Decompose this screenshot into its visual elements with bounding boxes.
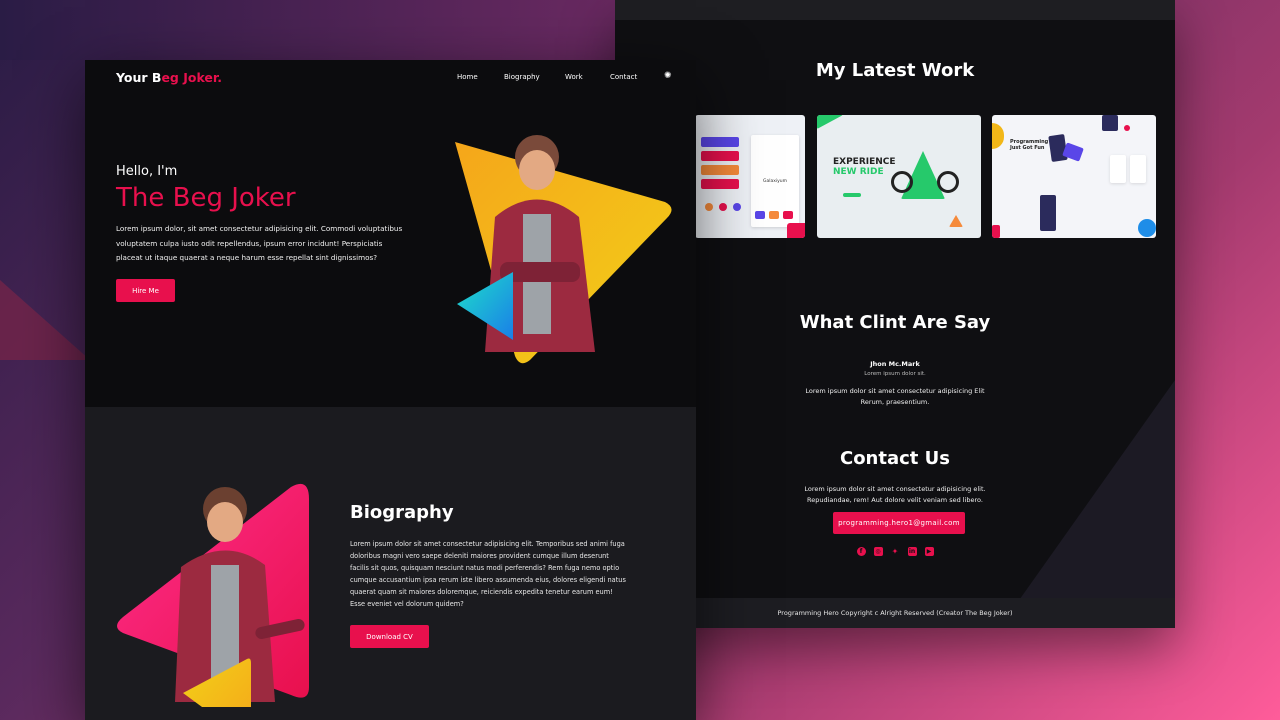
- card-headline: Programming Just Got Fun: [1010, 139, 1049, 151]
- work-cards: Galaxiyum EXPERIENCE NEW RIDE Programmin…: [695, 115, 1156, 239]
- testimonial-text: Lorem ipsum dolor sit amet consectetur a…: [805, 387, 985, 406]
- hero-illustration: [455, 135, 672, 364]
- decorative-diagonal: [1005, 380, 1175, 620]
- linkedin-icon[interactable]: in: [907, 547, 917, 556]
- facebook-icon[interactable]: f: [856, 547, 866, 556]
- biography-text: Lorem ipsum dolor sit amet consectetur a…: [350, 540, 626, 608]
- nav-work[interactable]: Work: [565, 73, 583, 81]
- home-panel: Your Beg Joker. Home Biography Work Cont…: [85, 60, 696, 720]
- work-card-3[interactable]: Programming Just Got Fun: [992, 115, 1156, 238]
- panel-top-strip: [615, 0, 1175, 20]
- bike-wheel-icon: [891, 171, 913, 193]
- youtube-icon[interactable]: ▶: [924, 547, 934, 556]
- nav-biography[interactable]: Biography: [504, 73, 540, 81]
- hero-greeting: Hello, I'm: [116, 164, 178, 179]
- work-panel: My Latest Work Galaxiyum EXPERIENCE NEW …: [615, 0, 1175, 628]
- nav-home[interactable]: Home: [457, 73, 478, 81]
- biography-title: Biography: [350, 502, 454, 523]
- background-shard: [0, 280, 90, 360]
- bike-wheel-icon: [937, 171, 959, 193]
- work-title: My Latest Work: [815, 60, 975, 81]
- email-button[interactable]: programming.hero1@gmail.com: [833, 512, 965, 534]
- brand-logo[interactable]: Your Beg Joker.: [116, 70, 222, 85]
- hero-text: Lorem ipsum dolor, sit amet consectetur …: [116, 224, 403, 262]
- biography-section: Biography Lorem ipsum dolor sit amet con…: [85, 407, 696, 720]
- work-card-2[interactable]: EXPERIENCE NEW RIDE: [817, 115, 981, 238]
- testimonial-name: Jhon Mc.Mark: [870, 360, 920, 368]
- sun-icon[interactable]: ✺: [664, 72, 673, 81]
- background-gradient-band: [0, 0, 620, 60]
- teal-triangle: [457, 272, 513, 340]
- work-card-1[interactable]: Galaxiyum: [695, 115, 805, 238]
- hire-me-button[interactable]: Hire Me: [116, 279, 175, 302]
- nav-contact[interactable]: Contact: [610, 73, 637, 81]
- biography-illustration: [117, 483, 309, 707]
- testimonial-title: What Clint Are Say: [799, 312, 991, 333]
- footer: Programming Hero Copyright c Alright Res…: [615, 598, 1175, 628]
- hero-name: The Beg Joker: [116, 183, 296, 213]
- social-links: f ◎ ✦ in ▶: [615, 547, 1175, 556]
- twitter-icon[interactable]: ✦: [891, 547, 900, 556]
- card-headline-2: NEW RIDE: [833, 167, 884, 177]
- contact-title: Contact Us: [839, 448, 950, 469]
- footer-text: Programming Hero Copyright c Alright Res…: [777, 609, 1013, 617]
- contact-text: Lorem ipsum dolor sit amet consectetur a…: [804, 485, 986, 504]
- card-caption: Galaxiyum: [762, 179, 788, 184]
- testimonial-role: Lorem ipsum dolor sit.: [864, 371, 926, 377]
- navbar: Your Beg Joker. Home Biography Work Cont…: [85, 60, 696, 96]
- instagram-icon[interactable]: ◎: [873, 547, 883, 556]
- card-headline-1: EXPERIENCE: [833, 157, 896, 167]
- download-cv-button[interactable]: Download CV: [350, 625, 429, 648]
